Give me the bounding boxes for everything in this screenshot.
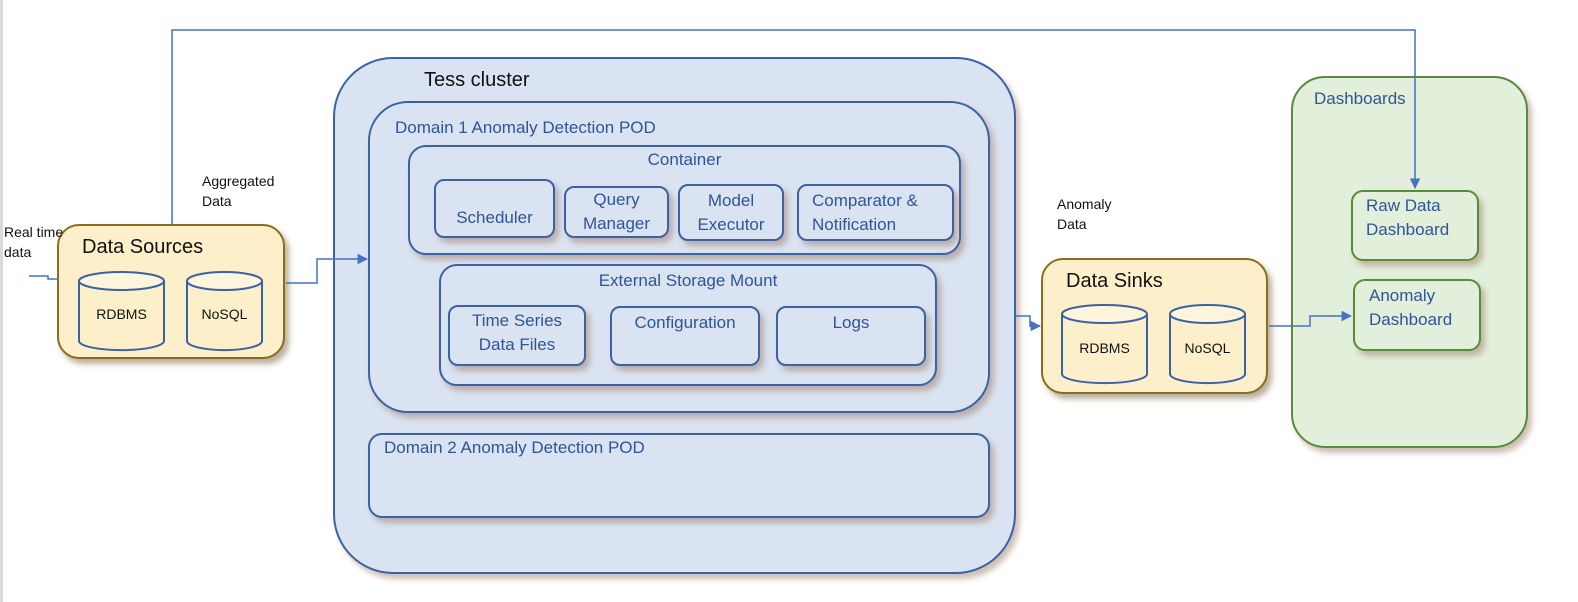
page-left-edge: [0, 0, 3, 602]
data-sources-box-front: [57, 224, 285, 359]
container-title: Container: [647, 150, 722, 169]
logs-label: Logs: [832, 313, 870, 332]
model-executor-label: Model Executor: [697, 190, 765, 234]
aggregated-data-line1: Aggregated: [202, 173, 275, 189]
anomaly-data-label: Anomaly Data: [1057, 194, 1111, 234]
aggregated-data-line2: Data: [202, 193, 232, 209]
time-series-files-component: Time Series Data Files: [448, 305, 586, 366]
tess-cluster-title: Tess cluster: [424, 69, 530, 91]
cluster-to-sinks-connector: [1016, 315, 1042, 332]
raw-data-dashboard-label: Raw Data Dashboard: [1366, 196, 1450, 239]
real-time-data-line1: Real time: [4, 224, 64, 240]
scheduler-component: Scheduler: [434, 179, 555, 238]
dashboards-title: Dashboards: [1314, 89, 1406, 108]
data-sinks-title: Data Sinks: [1066, 270, 1163, 292]
real-time-connector: [29, 275, 57, 280]
domain2-pod-title: Domain 2 Anomaly Detection POD: [384, 438, 645, 457]
anomaly-dashboard: Anomaly Dashboard: [1353, 279, 1481, 351]
comparator-notification-component: Comparator & Notification: [797, 184, 954, 241]
real-time-data-line2: data: [4, 244, 32, 260]
anomaly-data-line2: Data: [1057, 216, 1087, 232]
configuration-label: Configuration: [634, 313, 736, 332]
logs-component: Logs: [776, 306, 926, 366]
model-executor-component: Model Executor: [678, 184, 784, 241]
time-series-files-label: Time Series Data Files: [471, 311, 563, 354]
dashboards-box: [1291, 76, 1528, 448]
query-manager-component: Query Manager: [564, 186, 669, 238]
domain1-pod-title: Domain 1 Anomaly Detection POD: [395, 118, 656, 137]
external-storage-title: External Storage Mount: [598, 271, 778, 290]
anomaly-data-line1: Anomaly: [1057, 196, 1112, 212]
real-time-data-label: Real time data: [4, 222, 63, 262]
scheduler-label: Scheduler: [456, 207, 533, 227]
aggregated-data-label: Aggregated Data: [202, 171, 274, 211]
query-manager-label: Query Manager: [582, 190, 651, 233]
configuration-component: Configuration: [610, 306, 760, 366]
comparator-notification-label: Comparator & Notification: [812, 190, 918, 234]
anomaly-dashboard-label: Anomaly Dashboard: [1369, 286, 1453, 329]
raw-data-dashboard: Raw Data Dashboard: [1351, 190, 1479, 261]
